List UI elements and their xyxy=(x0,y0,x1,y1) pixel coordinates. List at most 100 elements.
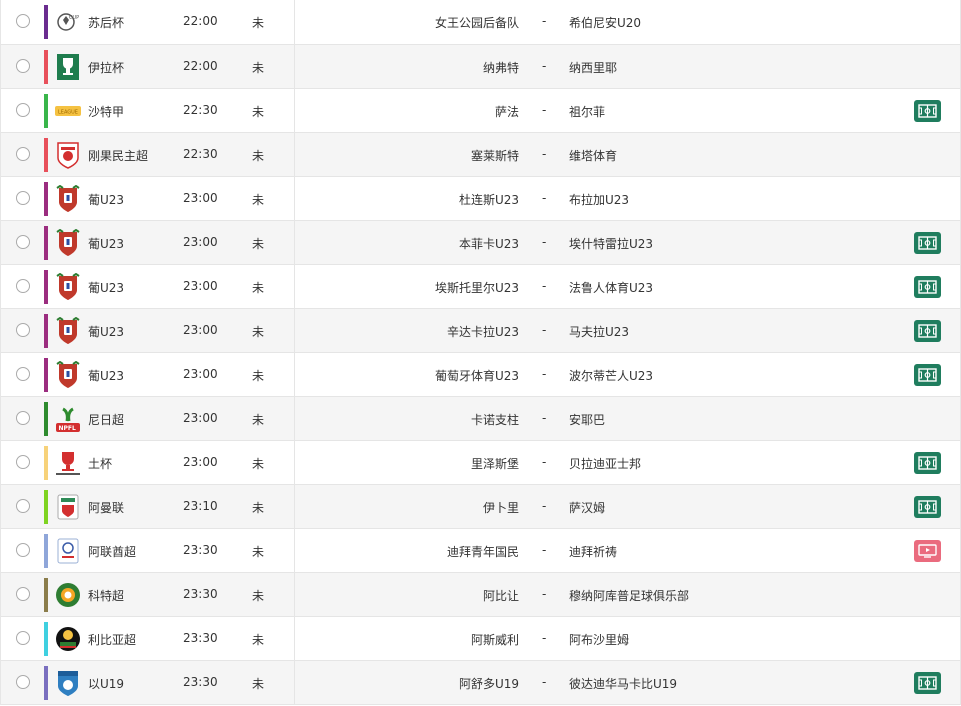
away-team[interactable]: 纳西里耶 xyxy=(569,59,617,76)
league-name[interactable]: 葡U23 xyxy=(88,191,124,208)
live-field-icon[interactable] xyxy=(914,276,941,298)
away-team[interactable]: 迪拜祈祷 xyxy=(569,543,617,560)
match-row[interactable]: CUP 苏后杯 22:00 未 女王公园后备队 - 希伯尼安U20 xyxy=(1,0,960,45)
live-field-icon[interactable] xyxy=(914,320,941,342)
league-name[interactable]: 以U19 xyxy=(88,675,124,692)
match-row[interactable]: 土杯 23:00 未 里泽斯堡 - 贝拉迪亚士邦 xyxy=(1,441,960,485)
match-row[interactable]: 阿曼联 23:10 未 伊卜里 - 萨汉姆 xyxy=(1,485,960,529)
away-team[interactable]: 维塔体育 xyxy=(569,147,617,164)
select-radio[interactable] xyxy=(16,543,30,557)
score-separator: - xyxy=(542,675,547,689)
away-team[interactable]: 穆纳阿库普足球俱乐部 xyxy=(569,587,689,604)
away-team[interactable]: 阿布沙里姆 xyxy=(569,631,629,648)
match-time: 23:10 xyxy=(183,499,218,513)
league-color-stripe xyxy=(44,534,48,568)
away-team[interactable]: 马夫拉U23 xyxy=(569,323,629,340)
match-row[interactable]: 刚果民主超 22:30 未 塞莱斯特 - 维塔体育 xyxy=(1,133,960,177)
column-divider xyxy=(294,89,295,132)
home-team[interactable]: 辛达卡拉U23 xyxy=(447,323,519,340)
live-field-icon[interactable] xyxy=(914,452,941,474)
match-row[interactable]: 利比亚超 23:30 未 阿斯威利 - 阿布沙里姆 xyxy=(1,617,960,661)
home-team[interactable]: 塞莱斯特 xyxy=(471,147,519,164)
live-field-icon[interactable] xyxy=(914,496,941,518)
select-radio[interactable] xyxy=(16,631,30,645)
match-row[interactable]: 阿联酋超 23:30 未 迪拜青年国民 - 迪拜祈祷 xyxy=(1,529,960,573)
league-name[interactable]: 苏后杯 xyxy=(88,14,124,31)
home-team[interactable]: 萨法 xyxy=(495,103,519,120)
home-team[interactable]: 卡诺支柱 xyxy=(471,411,519,428)
match-row[interactable]: 伊拉杯 22:00 未 纳弗特 - 纳西里耶 xyxy=(1,45,960,89)
league-name[interactable]: 尼日超 xyxy=(88,411,124,428)
match-row[interactable]: 葡U23 23:00 未 本菲卡U23 - 埃什特雷拉U23 xyxy=(1,221,960,265)
league-name[interactable]: 刚果民主超 xyxy=(88,147,148,164)
match-row[interactable]: NPFL 尼日超 23:00 未 卡诺支柱 - 安耶巴 xyxy=(1,397,960,441)
select-radio[interactable] xyxy=(16,279,30,293)
match-row[interactable]: 科特超 23:30 未 阿比让 - 穆纳阿库普足球俱乐部 xyxy=(1,573,960,617)
home-team[interactable]: 埃斯托里尔U23 xyxy=(435,279,519,296)
away-team[interactable]: 希伯尼安U20 xyxy=(569,14,641,31)
home-team[interactable]: 阿比让 xyxy=(483,587,519,604)
league-name[interactable]: 土杯 xyxy=(88,455,112,472)
league-name[interactable]: 沙特甲 xyxy=(88,103,124,120)
score-separator: - xyxy=(542,191,547,205)
home-team[interactable]: 伊卜里 xyxy=(483,499,519,516)
match-row[interactable]: LEAGUE 沙特甲 22:30 未 萨法 - 祖尔菲 xyxy=(1,89,960,133)
match-row[interactable]: 以U19 23:30 未 阿舒多U19 - 彼达迪华马卡比U19 xyxy=(1,661,960,705)
match-row[interactable]: 葡U23 23:00 未 葡萄牙体育U23 - 波尔蒂芒人U23 xyxy=(1,353,960,397)
league-name[interactable]: 科特超 xyxy=(88,587,124,604)
select-radio[interactable] xyxy=(16,675,30,689)
league-name[interactable]: 葡U23 xyxy=(88,235,124,252)
select-radio[interactable] xyxy=(16,14,30,28)
home-team[interactable]: 里泽斯堡 xyxy=(471,455,519,472)
home-team[interactable]: 纳弗特 xyxy=(483,59,519,76)
away-team[interactable]: 法鲁人体育U23 xyxy=(569,279,653,296)
select-radio[interactable] xyxy=(16,147,30,161)
away-team[interactable]: 波尔蒂芒人U23 xyxy=(569,367,653,384)
home-team[interactable]: 本菲卡U23 xyxy=(459,235,519,252)
away-team[interactable]: 贝拉迪亚士邦 xyxy=(569,455,641,472)
away-team[interactable]: 祖尔菲 xyxy=(569,103,605,120)
select-radio[interactable] xyxy=(16,103,30,117)
select-radio[interactable] xyxy=(16,455,30,469)
away-team[interactable]: 安耶巴 xyxy=(569,411,605,428)
select-radio[interactable] xyxy=(16,191,30,205)
select-radio[interactable] xyxy=(16,59,30,73)
league-name[interactable]: 葡U23 xyxy=(88,279,124,296)
match-row[interactable]: 葡U23 23:00 未 埃斯托里尔U23 - 法鲁人体育U23 xyxy=(1,265,960,309)
select-radio[interactable] xyxy=(16,587,30,601)
select-radio[interactable] xyxy=(16,367,30,381)
score-separator: - xyxy=(542,411,547,425)
away-team[interactable]: 彼达迪华马卡比U19 xyxy=(569,675,677,692)
league-name[interactable]: 阿曼联 xyxy=(88,499,124,516)
select-radio[interactable] xyxy=(16,411,30,425)
league-name[interactable]: 葡U23 xyxy=(88,323,124,340)
home-team[interactable]: 阿舒多U19 xyxy=(459,675,519,692)
home-team[interactable]: 迪拜青年国民 xyxy=(447,543,519,560)
away-team[interactable]: 埃什特雷拉U23 xyxy=(569,235,653,252)
column-divider xyxy=(294,0,295,44)
column-divider xyxy=(294,133,295,176)
score-separator: - xyxy=(542,103,547,117)
league-name[interactable]: 阿联酋超 xyxy=(88,543,136,560)
match-row[interactable]: 葡U23 23:00 未 杜连斯U23 - 布拉加U23 xyxy=(1,177,960,221)
live-field-icon[interactable] xyxy=(914,100,941,122)
home-team[interactable]: 阿斯威利 xyxy=(471,631,519,648)
away-team[interactable]: 布拉加U23 xyxy=(569,191,629,208)
league-name[interactable]: 葡U23 xyxy=(88,367,124,384)
live-field-icon[interactable] xyxy=(914,364,941,386)
match-status: 未 xyxy=(252,633,265,647)
league-name[interactable]: 伊拉杯 xyxy=(88,59,124,76)
match-row[interactable]: 葡U23 23:00 未 辛达卡拉U23 - 马夫拉U23 xyxy=(1,309,960,353)
select-radio[interactable] xyxy=(16,499,30,513)
league-color-stripe xyxy=(44,5,48,39)
live-field-icon[interactable] xyxy=(914,672,941,694)
live-video-icon[interactable] xyxy=(914,540,941,562)
home-team[interactable]: 杜连斯U23 xyxy=(459,191,519,208)
home-team[interactable]: 葡萄牙体育U23 xyxy=(435,367,519,384)
live-field-icon[interactable] xyxy=(914,232,941,254)
select-radio[interactable] xyxy=(16,235,30,249)
away-team[interactable]: 萨汉姆 xyxy=(569,499,605,516)
home-team[interactable]: 女王公园后备队 xyxy=(435,14,519,31)
select-radio[interactable] xyxy=(16,323,30,337)
league-name[interactable]: 利比亚超 xyxy=(88,631,136,648)
